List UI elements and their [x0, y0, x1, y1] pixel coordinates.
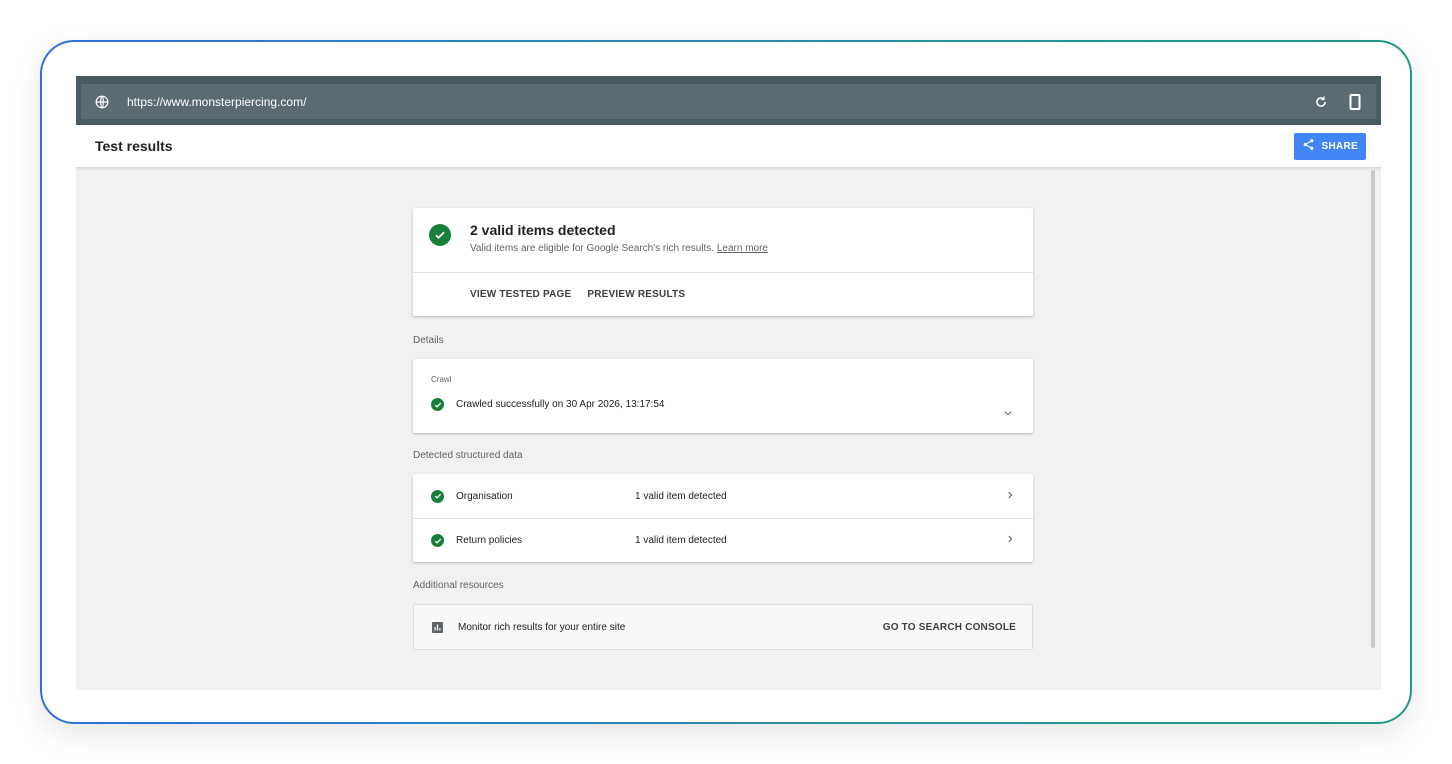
- check-circle-icon: [431, 489, 444, 503]
- bar-chart-icon: [432, 621, 443, 633]
- structured-data-card: Organisation 1 valid item detected Retur…: [413, 474, 1033, 562]
- globe-icon: [93, 93, 111, 111]
- screenshot-frame: https://www.monsterpiercing.com/ Test re…: [40, 40, 1412, 724]
- view-tested-page-button[interactable]: VIEW TESTED PAGE: [470, 289, 571, 300]
- chevron-down-icon[interactable]: [1003, 405, 1013, 423]
- details-label: Details: [413, 335, 444, 346]
- check-circle-icon: [431, 398, 444, 411]
- structured-data-status: 1 valid item detected: [635, 490, 727, 502]
- chevron-right-icon: [1005, 534, 1015, 547]
- share-button[interactable]: SHARE: [1294, 132, 1366, 160]
- summary-subtitle-text: Valid items are eligible for Google Sear…: [470, 243, 715, 254]
- check-circle-icon: [429, 224, 451, 246]
- url-text[interactable]: https://www.monsterpiercing.com/: [127, 95, 1310, 109]
- share-icon: [1302, 138, 1315, 154]
- mobile-device-icon[interactable]: [1344, 91, 1366, 113]
- summary-card: 2 valid items detected Valid items are e…: [413, 208, 1033, 316]
- structured-data-row-organisation[interactable]: Organisation 1 valid item detected: [413, 474, 1033, 518]
- url-bar[interactable]: https://www.monsterpiercing.com/: [81, 84, 1376, 119]
- preview-results-button[interactable]: PREVIEW RESULTS: [587, 289, 685, 300]
- search-console-resource: Monitor rich results for your entire sit…: [413, 604, 1033, 650]
- share-label: SHARE: [1321, 140, 1358, 152]
- summary-text: 2 valid items detected Valid items are e…: [470, 222, 768, 254]
- structured-data-name: Return policies: [456, 535, 523, 546]
- summary-title: 2 valid items detected: [470, 222, 616, 238]
- browser-toolbar: https://www.monsterpiercing.com/: [76, 76, 1381, 125]
- go-to-search-console-button[interactable]: GO TO SEARCH CONSOLE: [883, 622, 1016, 633]
- resource-text: Monitor rich results for your entire sit…: [458, 621, 626, 633]
- frame-inner: https://www.monsterpiercing.com/ Test re…: [42, 42, 1410, 722]
- reload-icon[interactable]: [1310, 91, 1332, 113]
- learn-more-link[interactable]: Learn more: [717, 243, 768, 254]
- scrollbar[interactable]: [1371, 170, 1375, 648]
- chevron-right-icon: [1005, 490, 1015, 503]
- summary-header: 2 valid items detected Valid items are e…: [413, 208, 1033, 272]
- results-header: Test results SHARE: [76, 125, 1381, 168]
- app-window: https://www.monsterpiercing.com/ Test re…: [76, 76, 1381, 690]
- structured-data-name: Organisation: [456, 490, 513, 502]
- crawl-card[interactable]: Crawl Crawled successfully on 30 Apr 202…: [413, 359, 1033, 433]
- additional-resources-label: Additional resources: [413, 580, 504, 591]
- structured-data-label: Detected structured data: [413, 450, 523, 461]
- results-column: 2 valid items detected Valid items are e…: [413, 208, 1033, 650]
- crawl-label: Crawl: [431, 375, 452, 384]
- crawl-status: Crawled successfully on 30 Apr 2026, 13:…: [456, 399, 665, 410]
- page-title: Test results: [95, 138, 173, 154]
- summary-subtitle: Valid items are eligible for Google Sear…: [470, 243, 768, 254]
- url-actions: [1310, 91, 1366, 113]
- structured-data-status: 1 valid item detected: [635, 535, 727, 546]
- check-circle-icon: [431, 534, 444, 547]
- results-content: 2 valid items detected Valid items are e…: [76, 168, 1381, 690]
- structured-data-row-return-policies[interactable]: Return policies 1 valid item detected: [413, 518, 1033, 562]
- crawl-status-row: Crawled successfully on 30 Apr 2026, 13:…: [431, 398, 1015, 411]
- summary-actions: VIEW TESTED PAGE PREVIEW RESULTS: [413, 272, 1033, 316]
